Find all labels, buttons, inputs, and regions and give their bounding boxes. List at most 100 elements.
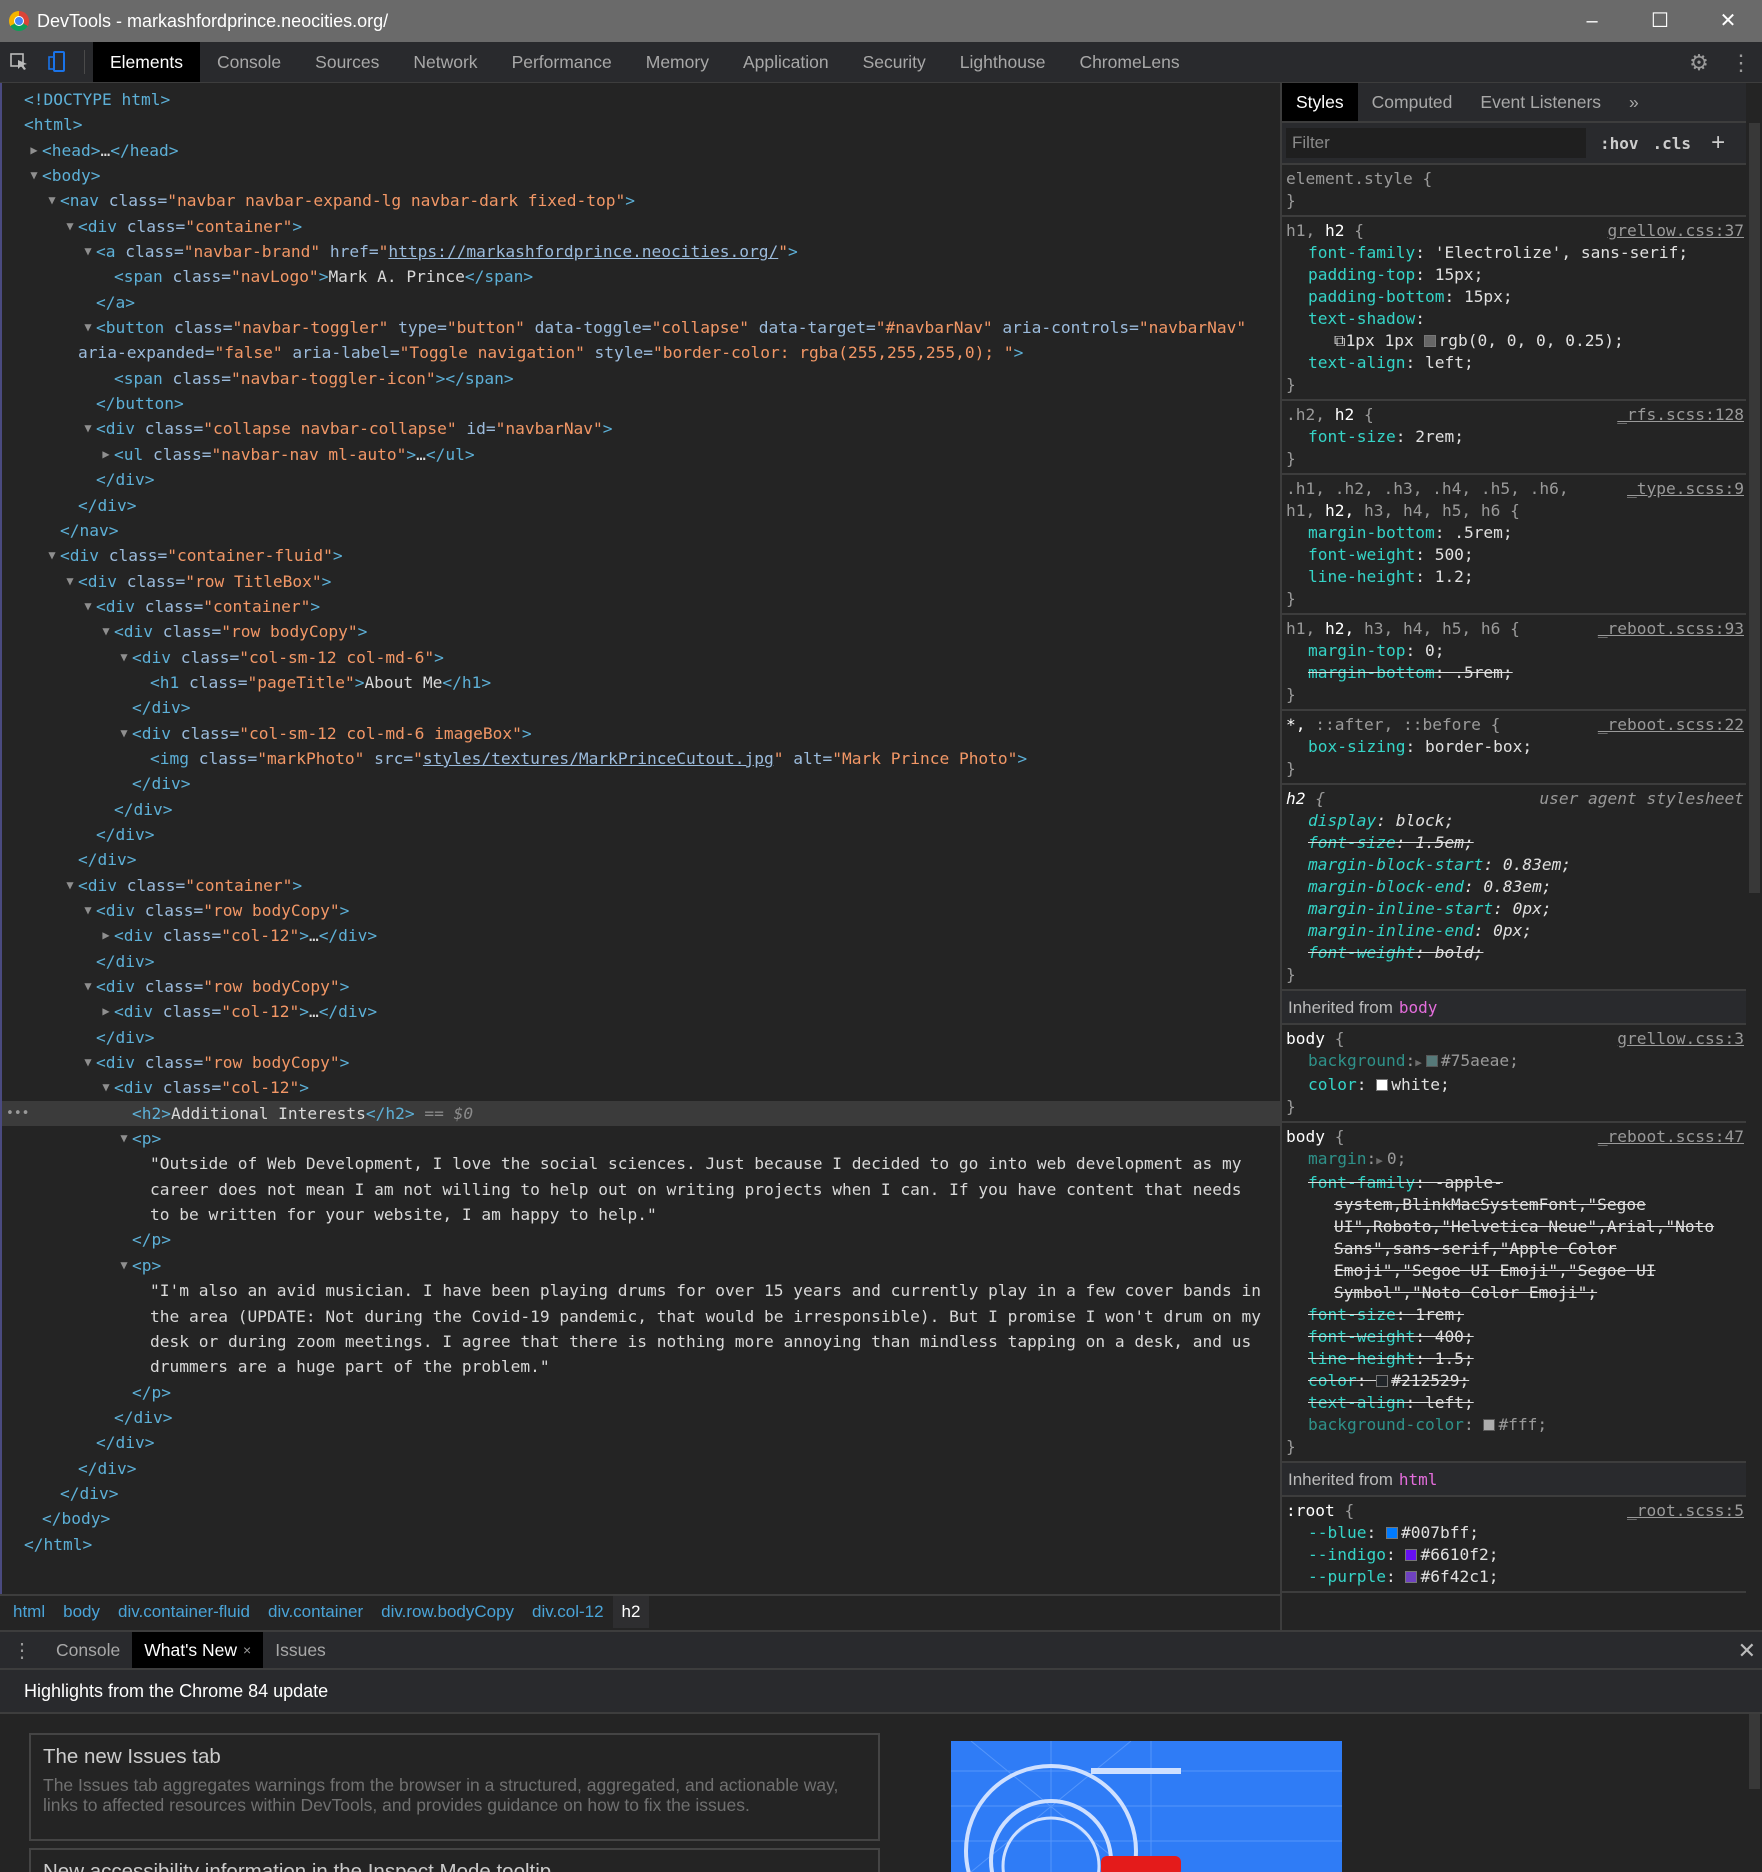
- style-declaration[interactable]: --purple: #6f42c1;: [1286, 1566, 1744, 1588]
- expanded-triangle-icon[interactable]: ▼: [28, 163, 40, 188]
- color-swatch[interactable]: [1376, 1375, 1389, 1387]
- dom-node-line[interactable]: ▼ <div class="collapse navbar-collapse" i…: [2, 416, 1280, 441]
- style-declaration[interactable]: margin-top: 0;: [1286, 640, 1744, 662]
- style-declaration[interactable]: font-size: 2rem;: [1286, 426, 1744, 448]
- style-declaration[interactable]: Sans",sans-serif,"Apple Color: [1286, 1238, 1744, 1260]
- expanded-triangle-icon[interactable]: ▼: [82, 315, 94, 340]
- style-declaration[interactable]: }: [1286, 964, 1744, 986]
- dom-node-line[interactable]: <html>: [2, 112, 1280, 137]
- drawer-menu-kebab-icon[interactable]: ⋮: [0, 1632, 44, 1668]
- drawer-tab-whatsnew[interactable]: What's New ×: [132, 1632, 264, 1668]
- dom-node-line[interactable]: </div>: [2, 1456, 1280, 1481]
- color-swatch[interactable]: [1425, 1055, 1438, 1067]
- dom-node-line[interactable]: ▼ <div class="row bodyCopy">: [2, 898, 1280, 923]
- style-declaration[interactable]: }: [1286, 448, 1744, 470]
- style-declaration[interactable]: display: block;: [1286, 810, 1744, 832]
- dom-node-line[interactable]: ▼ <body>: [2, 163, 1280, 188]
- dom-node-line[interactable]: ▼ <div class="col-sm-12 col-md-6 imageBox…: [2, 721, 1280, 746]
- dom-node-line[interactable]: ▼ <div class="row bodyCopy">: [2, 619, 1280, 644]
- style-declaration[interactable]: margin-block-end: 0.83em;: [1286, 876, 1744, 898]
- dom-node-line[interactable]: ▼ <div class="container">: [2, 873, 1280, 898]
- attribute-link[interactable]: styles/textures/MarkPrinceCutout.jpg: [423, 749, 774, 768]
- style-declaration[interactable]: }: [1286, 1096, 1744, 1118]
- dom-node-line[interactable]: "Outside of Web Development, I love the …: [2, 1151, 1280, 1176]
- dom-node-line[interactable]: desk or during zoom meetings. I agree th…: [2, 1329, 1280, 1354]
- dom-node-line[interactable]: ▼ <a class="navbar-brand" href="https://m…: [2, 239, 1280, 264]
- expanded-triangle-icon[interactable]: ▼: [82, 239, 94, 264]
- drawer-tab-issues[interactable]: Issues: [263, 1632, 338, 1668]
- elements-dom-tree[interactable]: <!DOCTYPE html> <html> ▶ <head>…</head> ▼ <bo…: [0, 83, 1280, 1594]
- attribute-link[interactable]: https://markashfordprince.neocities.org/: [388, 242, 778, 261]
- expanded-triangle-icon[interactable]: ▼: [118, 1126, 130, 1151]
- style-declaration[interactable]: Emoji","Segoe UI Emoji","Segoe UI: [1286, 1260, 1744, 1282]
- drawer-tab-console[interactable]: Console: [44, 1632, 132, 1668]
- style-declaration[interactable]: }: [1286, 758, 1744, 780]
- style-declaration[interactable]: color: #212529;: [1286, 1370, 1744, 1392]
- close-window-button[interactable]: ✕: [1694, 0, 1762, 42]
- dom-node-line[interactable]: ▼ <button class="navbar-toggler" type="bu…: [2, 315, 1280, 340]
- expanded-triangle-icon[interactable]: ▼: [118, 721, 130, 746]
- dom-node-line[interactable]: </div>: [2, 1430, 1280, 1455]
- maximize-button[interactable]: ☐: [1626, 0, 1694, 42]
- style-declaration[interactable]: }: [1286, 374, 1744, 396]
- style-declaration[interactable]: text-align: left;: [1286, 352, 1744, 374]
- tab-computed[interactable]: Computed: [1358, 83, 1467, 121]
- breadcrumb-item[interactable]: html: [4, 1596, 54, 1628]
- dom-node-line[interactable]: </body>: [2, 1506, 1280, 1531]
- styles-scrollbar[interactable]: [1746, 123, 1762, 1628]
- breadcrumb-item[interactable]: body: [54, 1596, 109, 1628]
- style-declaration[interactable]: color: white;: [1286, 1074, 1744, 1096]
- feature-card[interactable]: New accessibility information in the Ins…: [29, 1848, 880, 1872]
- tab-console[interactable]: Console: [200, 42, 298, 82]
- stylesheet-source-link[interactable]: _reboot.scss:93: [1598, 618, 1744, 640]
- close-drawer-icon[interactable]: ✕: [1738, 1632, 1756, 1670]
- dom-node-line[interactable]: ▼ <div class="row bodyCopy">: [2, 974, 1280, 999]
- dom-node-line[interactable]: ▼ <p>: [2, 1126, 1280, 1151]
- breadcrumb-item[interactable]: div.row.bodyCopy: [372, 1596, 523, 1628]
- dom-node-line[interactable]: ▼ <div class="row bodyCopy">: [2, 1050, 1280, 1075]
- style-declaration[interactable]: margin-inline-end: 0px;: [1286, 920, 1744, 942]
- style-declaration[interactable]: margin:▶ 0;: [1286, 1148, 1744, 1172]
- dom-node-line[interactable]: the area (UPDATE: Not during the Covid-1…: [2, 1304, 1280, 1329]
- collapsed-triangle-icon[interactable]: ▶: [100, 923, 112, 948]
- dom-node-line[interactable]: <h1 class="pageTitle">About Me</h1>: [2, 670, 1280, 695]
- dom-node-line[interactable]: ▶ <div class="col-12">…</div>: [2, 923, 1280, 948]
- dom-node-line[interactable]: </div>: [2, 695, 1280, 720]
- dom-node-line[interactable]: </div>: [2, 847, 1280, 872]
- node-actions-ellipsis-icon[interactable]: •••: [6, 1101, 29, 1126]
- dom-node-line[interactable]: </div>: [2, 1025, 1280, 1050]
- dom-node-line[interactable]: <span class="navbar-toggler-icon"></span…: [2, 366, 1280, 391]
- settings-gear-icon[interactable]: ⚙: [1678, 50, 1720, 76]
- minimize-button[interactable]: –: [1558, 0, 1626, 42]
- style-declaration[interactable]: }: [1286, 190, 1744, 212]
- style-declaration[interactable]: margin-bottom: .5rem;: [1286, 522, 1744, 544]
- dom-node-line[interactable]: career does not mean I am not willing to…: [2, 1177, 1280, 1202]
- selected-dom-node[interactable]: ••• <h2>Additional Interests</h2> == $0: [2, 1100, 1280, 1127]
- color-swatch[interactable]: [1423, 335, 1436, 347]
- dom-node-line[interactable]: ▼ <div class="col-sm-12 col-md-6">: [2, 645, 1280, 670]
- inherited-element-link[interactable]: html: [1399, 1470, 1438, 1489]
- expanded-triangle-icon[interactable]: ▼: [82, 594, 94, 619]
- style-declaration[interactable]: }: [1286, 588, 1744, 610]
- more-tabs-chevron-icon[interactable]: »: [1615, 83, 1653, 121]
- dom-node-line[interactable]: </div>: [2, 493, 1280, 518]
- breadcrumb-item[interactable]: div.container: [259, 1596, 372, 1628]
- expanded-triangle-icon[interactable]: ▼: [46, 543, 58, 568]
- color-swatch[interactable]: [1385, 1527, 1398, 1539]
- dom-node-line[interactable]: </p>: [2, 1227, 1280, 1252]
- style-declaration[interactable]: background-color: #fff;: [1286, 1414, 1744, 1436]
- dom-node-line[interactable]: ▼ <nav class="navbar navbar-expand-lg nav…: [2, 188, 1280, 213]
- expanded-triangle-icon[interactable]: ▼: [82, 416, 94, 441]
- tab-sources[interactable]: Sources: [298, 42, 396, 82]
- dom-node-line[interactable]: </div>: [2, 822, 1280, 847]
- feature-card[interactable]: The new Issues tab The Issues tab aggreg…: [29, 1733, 880, 1841]
- expanded-triangle-icon[interactable]: ▼: [82, 898, 94, 923]
- style-declaration[interactable]: padding-bottom: 15px;: [1286, 286, 1744, 308]
- dom-node-line[interactable]: </div>: [2, 949, 1280, 974]
- color-swatch[interactable]: [1483, 1419, 1496, 1431]
- dom-node-line[interactable]: ▶ <div class="col-12">…</div>: [2, 999, 1280, 1024]
- scrollbar-thumb[interactable]: [1749, 123, 1760, 893]
- dom-node-line[interactable]: to be written for your website, I am hap…: [2, 1202, 1280, 1227]
- dom-node-line[interactable]: <!DOCTYPE html>: [2, 87, 1280, 112]
- dom-node-line[interactable]: ▶ <ul class="navbar-nav ml-auto">…</ul>: [2, 442, 1280, 467]
